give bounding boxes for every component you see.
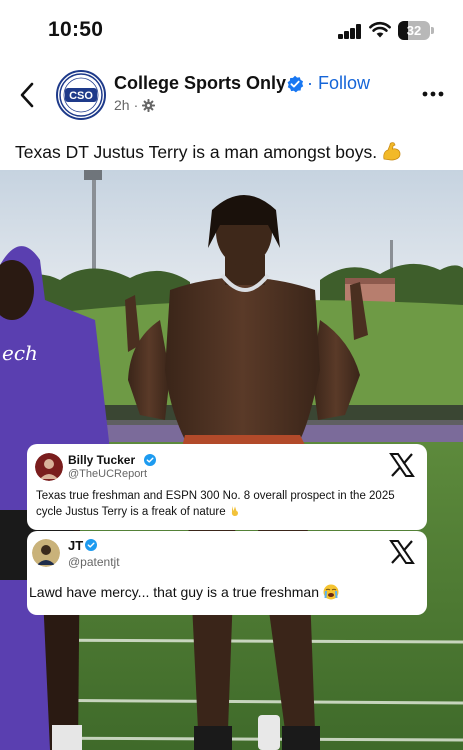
post-caption: Texas DT Justus Terry is a man amongst b… (15, 140, 403, 163)
follow-button[interactable]: Follow (318, 73, 370, 94)
x-logo-icon (389, 540, 415, 564)
verified-badge-icon (144, 454, 156, 466)
caption-text: Texas DT Justus Terry is a man amongst b… (15, 142, 378, 162)
loudly-crying-face-icon (323, 584, 339, 600)
post-photo[interactable]: ech Billy Tucker @TheUCReport Texas true… (0, 170, 463, 750)
gear-icon (142, 98, 156, 112)
post-timestamp[interactable]: 2h (114, 97, 130, 113)
tweet-avatar[interactable] (32, 539, 60, 567)
page-name[interactable]: College Sports Only (114, 73, 286, 94)
tweet-card[interactable]: JT @patentjt Lawd have mercy... that guy… (27, 531, 427, 615)
more-options-icon[interactable] (420, 84, 446, 104)
tweet-author-name[interactable]: Billy Tucker (68, 453, 135, 467)
tweet-author-name[interactable]: JT (68, 538, 83, 553)
user-avatar-icon (32, 539, 60, 567)
post-meta: 2h · (114, 97, 156, 113)
verified-badge-icon (287, 75, 304, 93)
verified-badge-icon (85, 539, 97, 551)
status-bar: 10:50 32 (0, 0, 463, 62)
battery-level: 32 (406, 23, 422, 38)
signal-icon (338, 24, 362, 39)
header-separator: · (307, 73, 313, 93)
tweet-card[interactable]: Billy Tucker @TheUCReport Texas true fre… (27, 444, 427, 530)
wifi-icon (369, 22, 391, 38)
back-chevron-icon[interactable] (14, 80, 42, 110)
tweet-text: Lawd have mercy... that guy is a true fr… (29, 584, 419, 600)
hoodie-text: ech (2, 341, 38, 365)
tweet-text-body: Texas true freshman and ESPN 300 No. 8 o… (36, 490, 395, 518)
tweet-author-handle[interactable]: @patentjt (68, 555, 120, 569)
meta-separator: · (133, 97, 139, 113)
victory-hand-icon (231, 506, 238, 516)
battery-icon: 32 (398, 21, 430, 40)
x-logo-icon (389, 453, 415, 477)
avatar-text: CSO (69, 90, 93, 102)
status-time: 10:50 (48, 18, 104, 41)
tweet-avatar[interactable] (35, 453, 63, 481)
page-avatar[interactable]: CSO (56, 70, 106, 120)
tweet-author-handle[interactable]: @TheUCReport (68, 468, 147, 480)
tweet-text: Texas true freshman and ESPN 300 No. 8 o… (36, 488, 421, 520)
flexed-biceps-icon (383, 142, 401, 161)
user-avatar-icon (35, 453, 63, 481)
tweet-text-body: Lawd have mercy... that guy is a true fr… (29, 584, 319, 600)
cso-logo-icon: CSO (59, 73, 103, 117)
battery-nub (431, 27, 434, 34)
